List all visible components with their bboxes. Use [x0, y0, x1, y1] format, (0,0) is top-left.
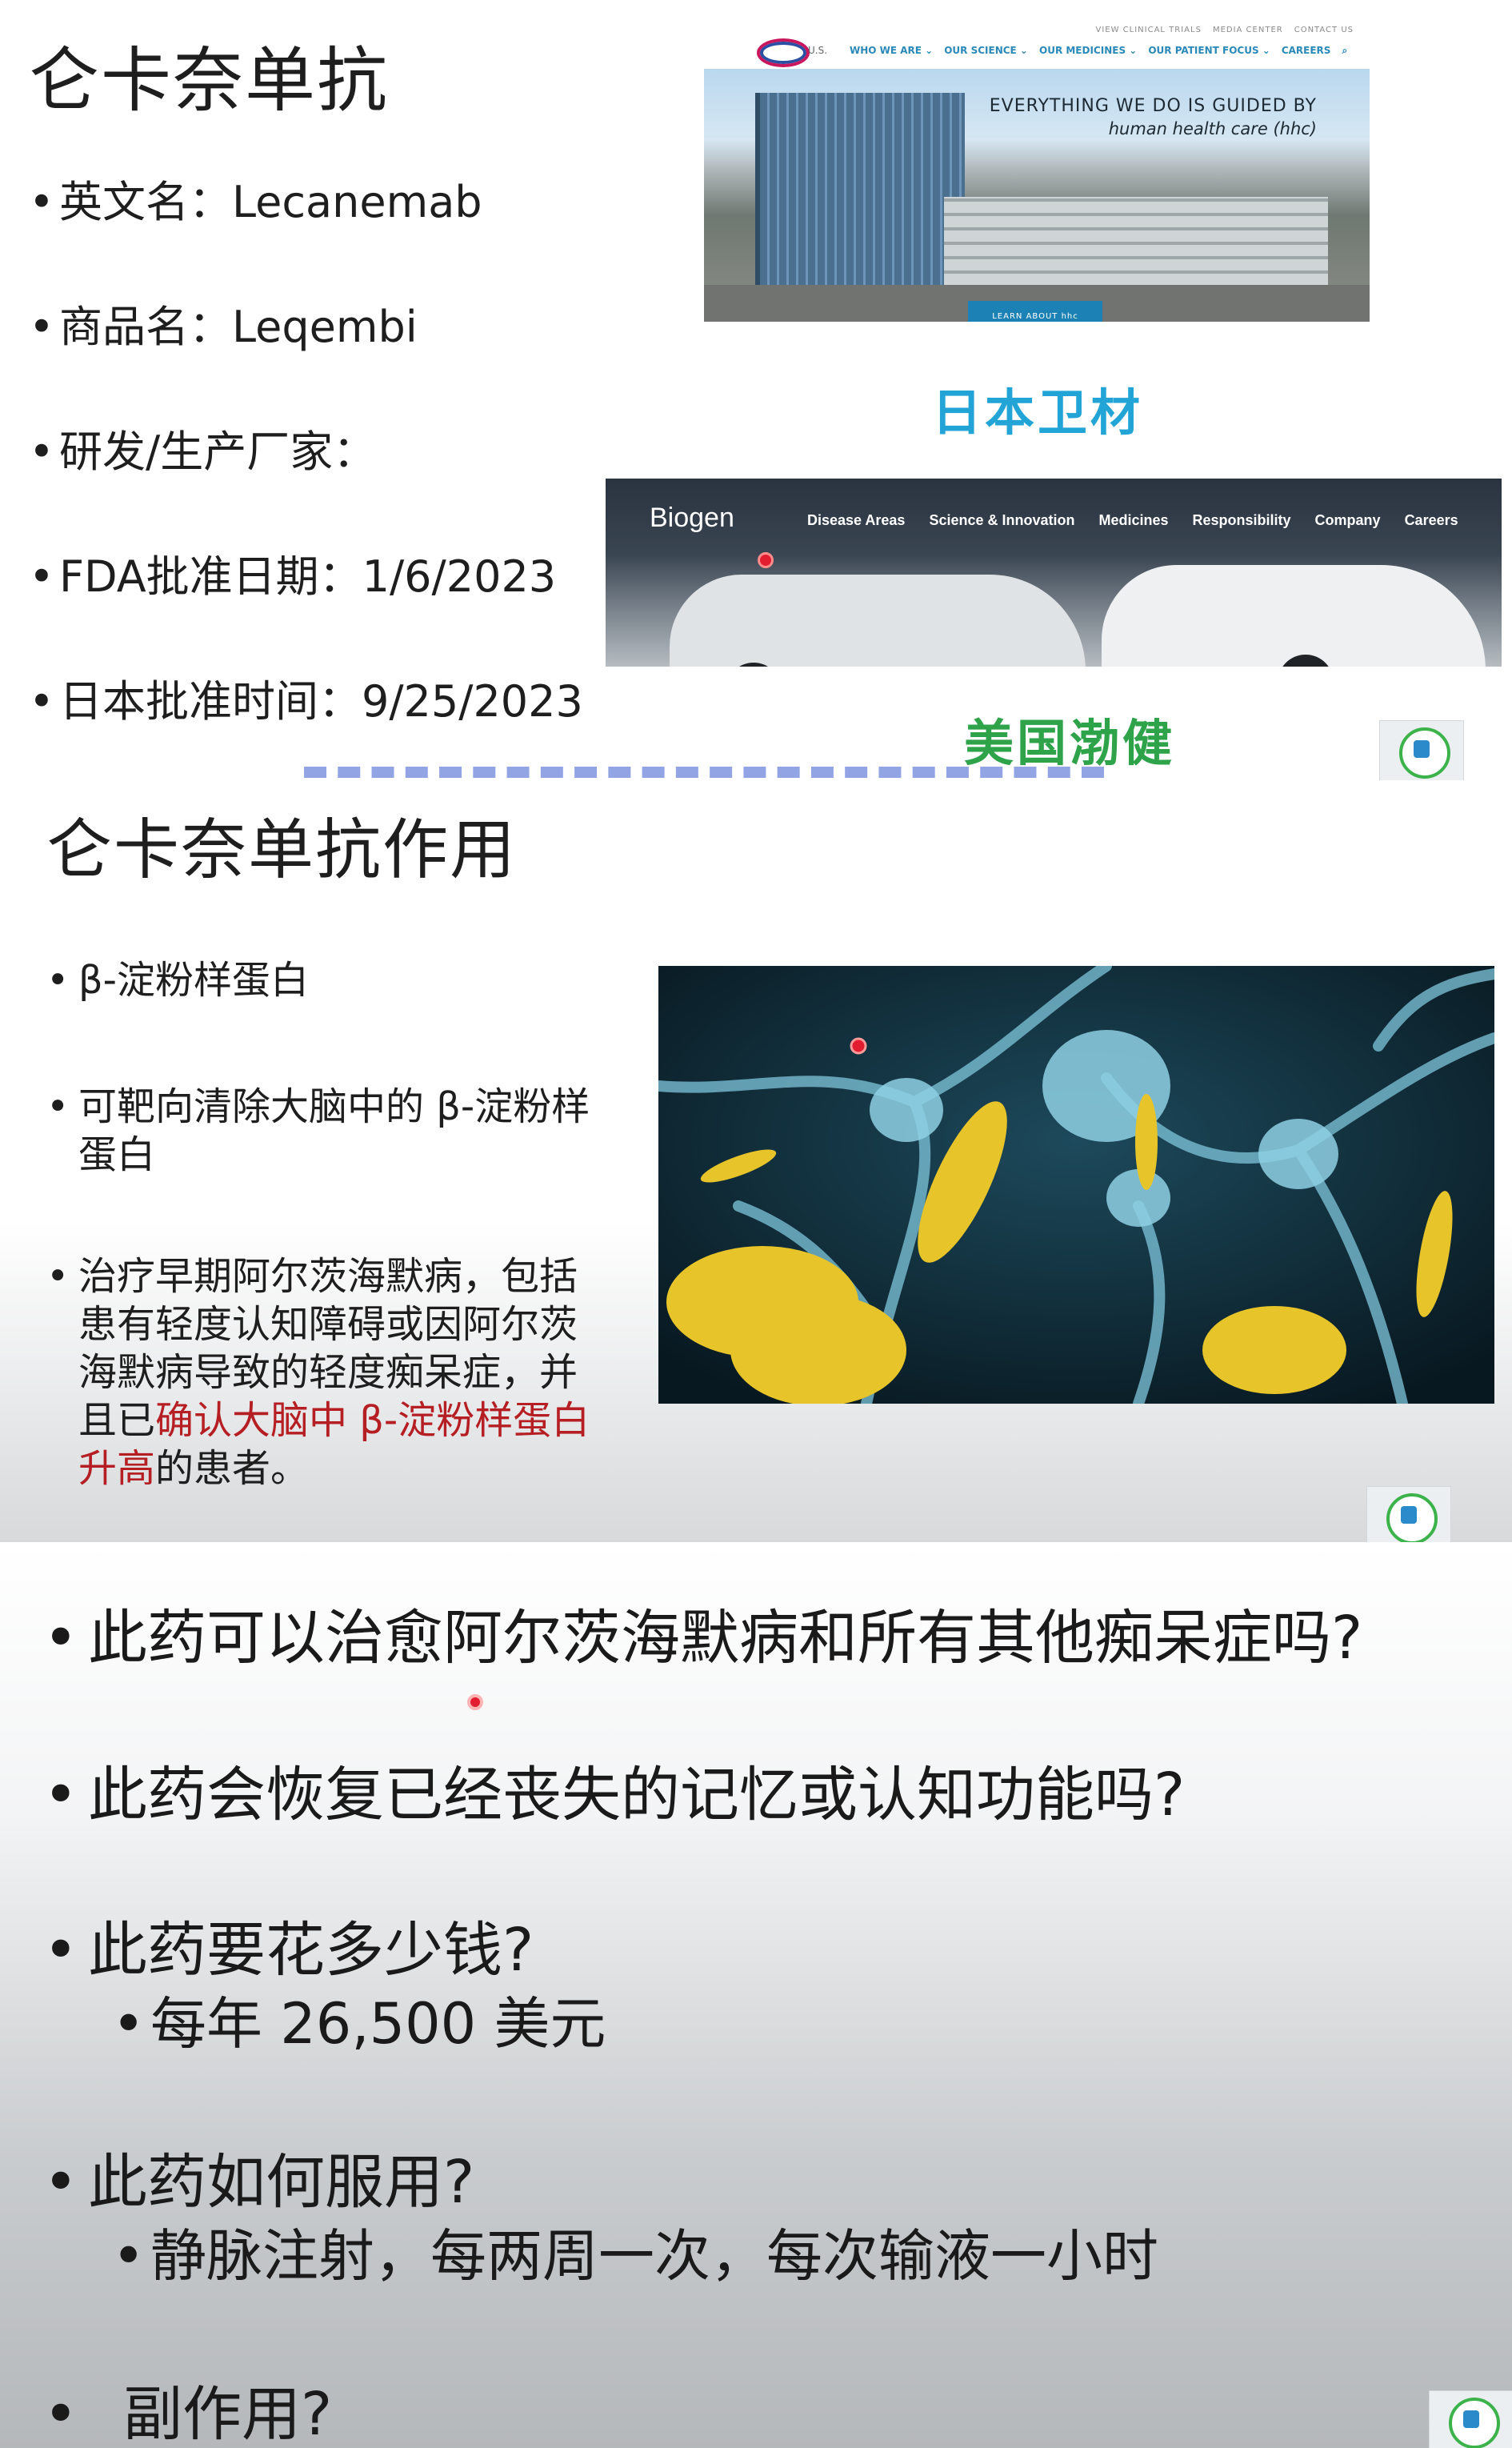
- eisai-website-screenshot: VIEW CLINICAL TRIALS MEDIA CENTER CONTAC…: [704, 24, 1370, 322]
- biogen-nav-item: Science & Innovation: [929, 512, 1075, 528]
- biogen-nav: Disease Areas Science & Innovation Medic…: [807, 512, 1458, 529]
- low-building: [944, 197, 1328, 285]
- faq-question: • 此药可以治愈阿尔茨海默病和所有其他痴呆症吗?: [43, 1604, 1363, 1673]
- faq-question: • 此药如何服用?: [43, 2148, 475, 2217]
- biogen-company-label: 美国渤健: [964, 714, 1176, 772]
- seal-badge-icon: [1366, 1486, 1451, 1542]
- car-image: [670, 575, 1086, 667]
- faq-q3: 此药要花多少钱?: [88, 1916, 534, 1985]
- bullet-target: 可靶向清除大脑中的 β-淀粉样蛋白: [46, 1083, 614, 1179]
- eisai-company-label: 日本卫材: [932, 383, 1144, 442]
- eisai-hero-image: EVERYTHING WE DO IS GUIDED BY human heal…: [704, 69, 1370, 322]
- faq-q1: 此药可以治愈阿尔茨海默病和所有其他痴呆症吗?: [88, 1604, 1363, 1673]
- glass-tower-building: [755, 93, 965, 293]
- cropped-text-fragment: [304, 767, 1104, 780]
- seal-badge-icon: [1429, 2390, 1512, 2448]
- indication-end: 的患者。: [155, 1446, 310, 1491]
- bullet-amyloid: β-淀粉样蛋白: [46, 956, 614, 1004]
- eisai-nav-item: CAREERS: [1281, 45, 1331, 56]
- tagline-line-1: EVERYTHING WE DO IS GUIDED BY: [989, 96, 1317, 116]
- faq-question: • 此药要花多少钱?: [43, 1916, 534, 1985]
- utility-link: MEDIA CENTER: [1212, 26, 1283, 34]
- biogen-nav-item: Medicines: [1098, 512, 1169, 528]
- eisai-tagline: EVERYTHING WE DO IS GUIDED BY human heal…: [990, 96, 1317, 138]
- utility-link: CONTACT US: [1294, 26, 1354, 34]
- mechanism-list: β-淀粉样蛋白 可靶向清除大脑中的 β-淀粉样蛋白 治疗早期阿尔茨海默病，包括患…: [46, 956, 614, 1492]
- bullet-english-name: 英文名：Lecanemab: [29, 164, 583, 289]
- slide-mechanism: 仑卡奈单抗作用 β-淀粉样蛋白 可靶向清除大脑中的 β-淀粉样蛋白 治疗早期阿尔…: [0, 780, 1512, 1542]
- seal-badge-icon: [1379, 720, 1464, 780]
- laser-pointer-dot: [758, 552, 774, 568]
- biogen-nav-item: Company: [1314, 512, 1381, 528]
- faq-a3: 每年 26,500 美元: [150, 1991, 606, 2057]
- bullet-indication: 治疗早期阿尔茨海默病，包括患有轻度认知障碍或因阿尔茨海默病导致的轻度痴呆症，并且…: [46, 1252, 614, 1492]
- drug-info-list: 英文名：Lecanemab 商品名：Leqembi 研发/生产厂家： FDA批准…: [29, 164, 583, 780]
- eisai-nav-item: OUR MEDICINES ⌄: [1039, 45, 1138, 56]
- bullet-brand-name: 商品名：Leqembi: [29, 289, 583, 414]
- eisai-nav-item: OUR PATIENT FOCUS ⌄: [1148, 45, 1270, 56]
- eisai-nav-item: WHO WE ARE ⌄: [850, 45, 934, 56]
- biogen-logo: Biogen: [650, 503, 734, 533]
- biogen-nav-item: Disease Areas: [807, 512, 906, 528]
- neuron-amyloid-image: [658, 966, 1494, 1404]
- faq-q5: 副作用?: [123, 2380, 333, 2448]
- slide-title: 仑卡奈单抗: [29, 39, 390, 122]
- slide-title: 仑卡奈单抗作用: [46, 812, 518, 888]
- eisai-nav-item: OUR SCIENCE ⌄: [944, 45, 1028, 56]
- neuron-illustration: [658, 966, 1494, 1404]
- eisai-nav: WHO WE ARE ⌄ OUR SCIENCE ⌄ OUR MEDICINES…: [850, 45, 1347, 57]
- learn-about-button: LEARN ABOUT hhc: [968, 301, 1102, 322]
- tagline-line-2: human health care (hhc): [1108, 119, 1317, 138]
- eisai-utility-links: VIEW CLINICAL TRIALS MEDIA CENTER CONTAC…: [1095, 26, 1354, 34]
- faq-answer: •静脉注射，每两周一次，每次输液一小时: [112, 2223, 1158, 2289]
- bullet-manufacturer: 研发/生产厂家：: [29, 414, 583, 539]
- biogen-nav-item: Responsibility: [1192, 512, 1291, 528]
- utility-link: VIEW CLINICAL TRIALS: [1095, 26, 1202, 34]
- faq-question: • 此药会恢复已经丧失的记忆或认知功能吗?: [43, 1761, 1186, 1829]
- faq-q4: 此药如何服用?: [88, 2148, 475, 2217]
- faq-question: • 副作用?: [43, 2380, 333, 2448]
- faq-answer: •每年 26,500 美元: [112, 1991, 606, 2057]
- slide-faq: • 此药可以治愈阿尔茨海默病和所有其他痴呆症吗? • 此药会恢复已经丧失的记忆或认知…: [0, 1542, 1512, 2448]
- laser-pointer-dot: [467, 1694, 483, 1710]
- bullet-japan-date: 日本批准时间：9/25/2023: [29, 663, 583, 780]
- biogen-nav-item: Careers: [1404, 512, 1458, 528]
- slide-overview: 仑卡奈单抗 英文名：Lecanemab 商品名：Leqembi 研发/生产厂家：…: [0, 0, 1512, 780]
- biogen-website-screenshot: Biogen Disease Areas Science & Innovatio…: [606, 479, 1502, 667]
- search-icon: ⌕: [1342, 45, 1348, 56]
- bullet-fda-date: FDA批准日期：1/6/2023: [29, 539, 583, 663]
- faq-a4: 静脉注射，每两周一次，每次输液一小时: [150, 2223, 1158, 2289]
- car-image: [1102, 565, 1486, 667]
- faq-q2: 此药会恢复已经丧失的记忆或认知功能吗?: [88, 1761, 1186, 1829]
- eisai-region: U.S.: [808, 45, 828, 56]
- eisai-logo: [757, 38, 810, 67]
